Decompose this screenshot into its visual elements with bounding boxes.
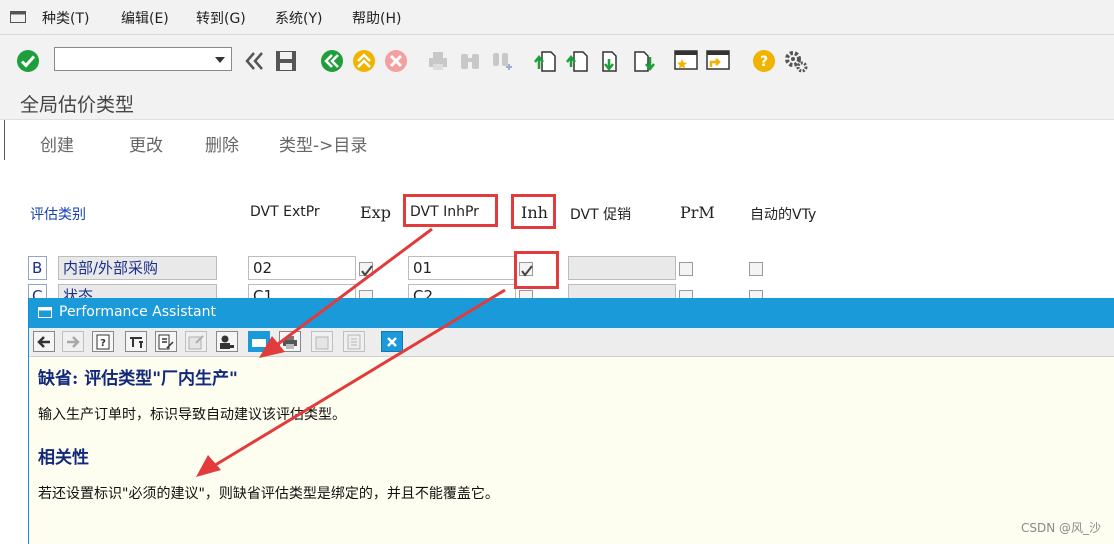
- document-help-icon[interactable]: ?: [92, 331, 114, 352]
- display-icon[interactable]: [248, 331, 270, 352]
- back-icon[interactable]: [320, 49, 344, 73]
- type-directory-button[interactable]: 类型->目录: [279, 131, 367, 156]
- header-promo: DVT 促销: [570, 207, 632, 223]
- user-settings-icon[interactable]: [216, 331, 238, 352]
- assistant-title-bar[interactable]: Performance Assistant: [29, 298, 1114, 328]
- standard-toolbar: ?: [0, 35, 1114, 85]
- print-icon[interactable]: [279, 331, 301, 352]
- ext-pr-field[interactable]: 02: [248, 256, 356, 280]
- next-page-icon[interactable]: [600, 49, 624, 73]
- menu-type[interactable]: 种类(T): [42, 8, 89, 28]
- highlight-box-inh: [511, 194, 556, 229]
- highlight-box-inh-check: [514, 251, 559, 289]
- header-category: 评估类别: [30, 207, 86, 223]
- prev-page-icon[interactable]: [566, 49, 590, 73]
- assistant-title: Performance Assistant: [59, 304, 216, 320]
- title-bar: 全局估价类型: [0, 85, 1114, 119]
- cancel-icon[interactable]: [384, 49, 408, 73]
- toolbar-divider: [4, 120, 5, 160]
- inh-pr-field[interactable]: 01: [408, 256, 516, 280]
- technical-info-icon[interactable]: [125, 331, 147, 352]
- menu-system[interactable]: 系统(Y): [275, 8, 322, 28]
- last-page-icon[interactable]: [632, 49, 656, 73]
- edit-document-icon[interactable]: [155, 331, 177, 352]
- header-exp: Exp: [360, 203, 391, 222]
- auto-checkbox[interactable]: [749, 262, 763, 276]
- menu-help[interactable]: 帮助(H): [352, 8, 401, 28]
- document-list-icon: [343, 331, 365, 352]
- check-icon[interactable]: [16, 49, 40, 73]
- svg-text:?: ?: [760, 54, 768, 70]
- delete-button[interactable]: 删除: [205, 131, 239, 156]
- find-icon: [458, 49, 482, 73]
- print-icon: [426, 49, 450, 73]
- settings-icon[interactable]: [784, 49, 808, 73]
- back-arrow-icon[interactable]: [33, 331, 55, 352]
- prm-checkbox[interactable]: [679, 262, 693, 276]
- menu-goto[interactable]: 转到(G): [196, 8, 246, 28]
- first-page-icon[interactable]: [534, 49, 558, 73]
- row-description: 内部/外部采购: [58, 256, 217, 280]
- exit-icon[interactable]: [352, 49, 376, 73]
- svg-text:?: ?: [100, 338, 106, 349]
- help-icon[interactable]: ?: [752, 49, 776, 73]
- shortcut-icon[interactable]: [706, 49, 730, 73]
- forward-arrow-icon: [62, 331, 84, 352]
- close-icon[interactable]: [381, 331, 403, 352]
- help-heading-default: 缺省: 评估类型"厂内生产": [38, 369, 238, 389]
- assistant-toolbar: ?: [29, 328, 1114, 357]
- attachment-icon: [311, 331, 333, 352]
- menu-bar: 种类(T) 编辑(E) 转到(G) 系统(Y) 帮助(H): [0, 0, 1114, 35]
- promo-field[interactable]: [568, 256, 676, 280]
- find-next-icon: [490, 49, 514, 73]
- rewind-icon[interactable]: [242, 49, 266, 73]
- header-prm: PrM: [680, 203, 715, 222]
- header-auto: 自动的VTy: [750, 207, 817, 223]
- chevron-down-icon[interactable]: [215, 57, 225, 63]
- notes-icon: [185, 331, 207, 352]
- create-button[interactable]: 创建: [40, 131, 74, 156]
- page-title: 全局估价类型: [20, 94, 135, 116]
- checkmark-icon: [361, 265, 373, 277]
- highlight-box-inh-pr: [403, 194, 498, 227]
- help-paragraph-1: 输入生产订单时，标识导致自动建议该评估类型。: [38, 407, 346, 423]
- change-button[interactable]: 更改: [129, 131, 163, 156]
- help-heading-relevance: 相关性: [38, 448, 89, 468]
- menu-edit[interactable]: 编辑(E): [121, 8, 169, 28]
- command-field[interactable]: [54, 47, 232, 71]
- watermark: CSDN @风_沙: [1020, 521, 1101, 535]
- application-toolbar: 创建 更改 删除 类型->目录: [0, 119, 1114, 162]
- performance-assistant-window: Performance Assistant ? 缺省: 评估类型"厂内生产" 输…: [28, 298, 1114, 544]
- exp-checkbox[interactable]: [359, 262, 373, 277]
- save-icon[interactable]: [274, 49, 298, 73]
- window-menu-icon[interactable]: [38, 307, 52, 318]
- new-session-icon[interactable]: [674, 49, 698, 73]
- header-ext-pr: DVT ExtPr: [250, 204, 320, 220]
- window-menu-icon[interactable]: [10, 11, 26, 23]
- row-key[interactable]: B: [28, 256, 47, 280]
- help-paragraph-2: 若还设置标识"必须的建议"，则缺省评估类型是绑定的，并且不能覆盖它。: [38, 486, 499, 502]
